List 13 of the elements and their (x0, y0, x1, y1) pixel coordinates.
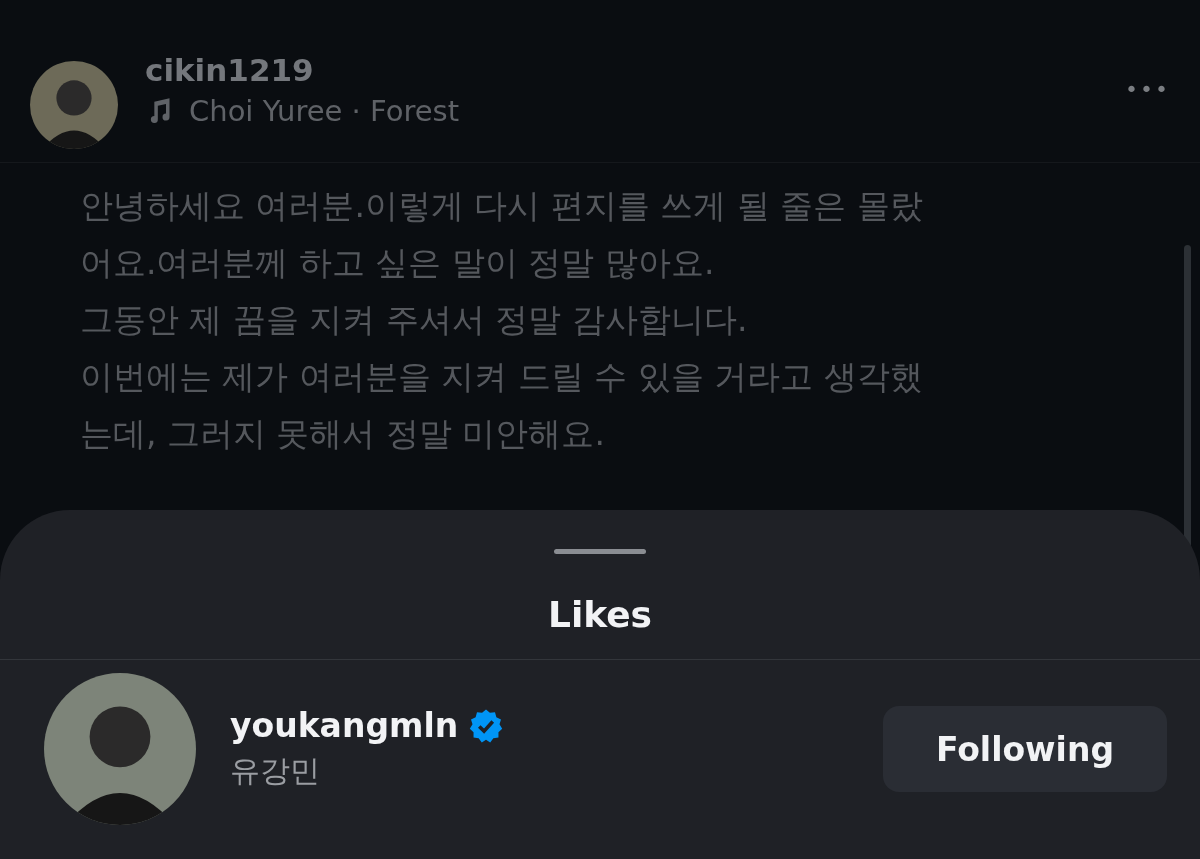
more-options[interactable]: ••• (1125, 77, 1170, 132)
caption-line: 그동안 제 꿈을 지켜 주셔서 정말 감사합니다. (80, 299, 749, 341)
following-button[interactable]: Following (883, 706, 1167, 792)
sheet-title: Likes (547, 594, 653, 635)
caption-line: 안녕하세요 여러분.이렇게 다시 편지를 쓰게 될 줄은 몰랐 (80, 185, 924, 227)
caption-line: 어요.여러분께 하고 싶은 말이 정말 많아요. (80, 242, 716, 284)
user-name[interactable]: youkangmln (230, 706, 459, 745)
music-label[interactable]: Choi Yuree · Forest (189, 93, 460, 128)
username[interactable]: cikin1219 (145, 51, 1099, 88)
drag-handle[interactable] (554, 549, 646, 554)
caption-line: 이번에는 제가 여러분을 지켜 드릴 수 있을 거라고 생각했 (80, 356, 924, 398)
caption-line: 는데, 그러지 못해서 정말 미안해요. (80, 413, 606, 455)
full-name: 유강민 (230, 752, 321, 790)
